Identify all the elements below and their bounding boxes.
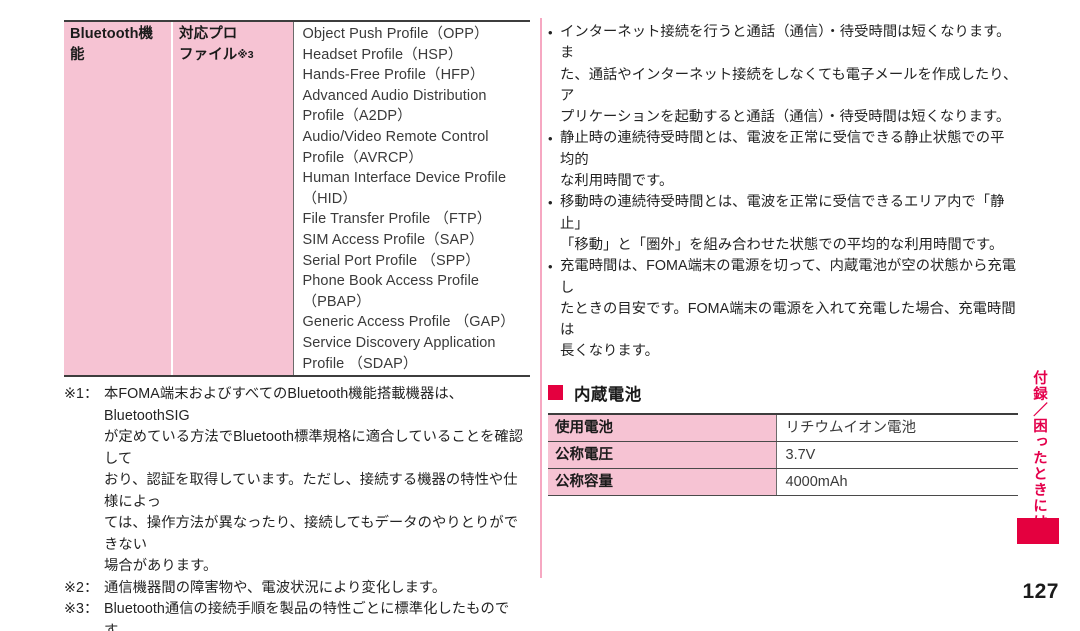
profile-item: Service Discovery Application <box>302 334 496 351</box>
profile-item: Profile （SDAP） <box>302 355 418 372</box>
page-number: 127 <box>1022 580 1059 603</box>
profile-item: Object Push Profile（OPP） <box>302 26 489 42</box>
bullet-line: 静止時の連続待受時間とは、電波を正常に受信できる静止状態での平均的 <box>560 130 1005 168</box>
battery-row-label: 使用電池 <box>548 412 776 442</box>
bullet-dot-icon: • <box>548 259 553 275</box>
side-tab-marker <box>1017 518 1059 544</box>
section-title: 内蔵電池 <box>574 385 642 404</box>
spec-sub-label-line1: 対応プロ <box>179 26 238 42</box>
bullet-dot-icon: • <box>548 195 553 211</box>
footnote-2: ※2： 通信機器間の障害物や、電波状況により変化します。 <box>64 578 530 600</box>
side-tab-label: 付録／困ったときには <box>1031 370 1047 530</box>
bullet-dot-icon: • <box>548 131 553 147</box>
bluetooth-spec-table: Bluetooth機能 対応プロ ファイル※3 Object Push Prof… <box>64 19 530 378</box>
profile-item: Human Interface Device Profile <box>302 170 507 187</box>
right-bullet-4-body: 充電時間は、FOMA端末の電源を切って、内蔵電池が空の状態から充電し たときの目… <box>560 256 1018 362</box>
bullet-line: た、通話やインターネット接続をしなくても電子メールを作成したり、ア <box>560 66 1018 104</box>
profile-item: File Transfer Profile （FTP） <box>302 211 492 228</box>
profile-item: Hands-Free Profile（HFP） <box>302 67 485 84</box>
bullet-line: インターネット接続を行うと通話（通信）・待受時間は短くなります。ま <box>560 24 1011 62</box>
section-heading: 内蔵電池 <box>548 381 1018 405</box>
bullet-line: プリケーションを起動すると通話（通信）・待受時間は短くなります。 <box>560 109 1011 126</box>
spec-sub-label: 対応プロ ファイル※3 <box>171 19 293 378</box>
table-row: 使用電池 リチウムイオン電池 <box>548 412 1018 442</box>
footnote-1-body: 本FOMA端末およびすべてのBluetooth機能搭載機器は、Bluetooth… <box>104 384 530 578</box>
bullet-line: 長くなります。 <box>560 343 659 360</box>
battery-row-value: 3.7V <box>775 441 1018 469</box>
footnotes: ※1： 本FOMA端末およびすべてのBluetooth機能搭載機器は、Bluet… <box>64 384 530 631</box>
profile-item: Advanced Audio Distribution <box>302 87 487 104</box>
right-bullet-2-body: 静止時の連続待受時間とは、電波を正常に受信できる静止状態での平均的 な利用時間で… <box>560 128 1018 192</box>
right-bullet-1: • インターネット接続を行うと通話（通信）・待受時間は短くなります。ま た、通話… <box>548 22 1018 128</box>
profile-item: Serial Port Profile （SPP） <box>302 252 480 269</box>
profile-item: （PBAP） <box>302 293 371 310</box>
footnote-3-body: Bluetooth通信の接続手順を製品の特性ごとに標準化したものです。 <box>104 599 530 631</box>
right-column: • インターネット接続を行うと通話（通信）・待受時間は短くなります。ま た、通話… <box>548 22 1018 496</box>
square-marker-icon <box>548 385 563 401</box>
manual-page: Bluetooth機能 対応プロ ファイル※3 Object Push Prof… <box>0 0 1080 631</box>
footnote-1-mark: ※1： <box>64 386 99 403</box>
bullet-line: 「移動」と「圏外」を組み合わせた状態での平均的な利用時間です。 <box>560 236 1004 253</box>
footnote-line: Bluetooth通信の接続手順を製品の特性ごとに標準化したものです。 <box>104 601 510 631</box>
profile-item: （HID） <box>302 190 357 207</box>
footnote-2-body: 通信機器間の障害物や、電波状況により変化します。 <box>104 578 530 600</box>
footnote-line: が定めている方法でBluetooth標準規格に適合していることを確認して <box>104 429 524 467</box>
table-row: Bluetooth機能 対応プロ ファイル※3 Object Push Prof… <box>64 19 530 378</box>
battery-spec-table: 使用電池 リチウムイオン電池 公称電圧 3.7V 公称容量 4000mAh <box>548 412 1018 496</box>
footnote-line: 場合があります。 <box>104 558 218 575</box>
footnote-3-mark: ※3： <box>64 601 99 618</box>
right-bullet-3-body: 移動時の連続待受時間とは、電波を正常に受信できるエリア内で「静止」 「移動」と「… <box>560 192 1018 256</box>
profile-item: SIM Access Profile（SAP） <box>302 231 484 248</box>
bullet-line: 移動時の連続待受時間とは、電波を正常に受信できるエリア内で「静止」 <box>560 194 1005 232</box>
footnote-1: ※1： 本FOMA端末およびすべてのBluetooth機能搭載機器は、Bluet… <box>64 384 530 578</box>
footnote-line: 通信機器間の障害物や、電波状況により変化します。 <box>104 579 447 596</box>
bullet-line: 充電時間は、FOMA端末の電源を切って、内蔵電池が空の状態から充電し <box>560 258 1017 296</box>
footnote-3: ※3： Bluetooth通信の接続手順を製品の特性ごとに標準化したものです。 <box>64 599 530 631</box>
battery-row-label: 公称容量 <box>548 468 776 496</box>
left-column: Bluetooth機能 対応プロ ファイル※3 Object Push Prof… <box>64 19 530 631</box>
right-bullet-4: • 充電時間は、FOMA端末の電源を切って、内蔵電池が空の状態から充電し たとき… <box>548 256 1018 362</box>
profile-item: Generic Access Profile （GAP） <box>302 314 515 331</box>
bullet-line: な利用時間です。 <box>560 173 674 190</box>
right-bullet-list: • インターネット接続を行うと通話（通信）・待受時間は短くなります。ま た、通話… <box>548 22 1018 363</box>
table-row: 公称容量 4000mAh <box>548 468 1018 496</box>
footnote-line: 本FOMA端末およびすべてのBluetooth機能搭載機器は、Bluetooth… <box>104 386 464 424</box>
bullet-line: たときの目安です。FOMA端末の電源を入れて充電した場合、充電時間は <box>560 300 1016 339</box>
spec-profile-list: Object Push Profile（OPP） Headset Profile… <box>292 19 530 378</box>
column-divider <box>540 18 542 578</box>
spec-row-label: Bluetooth機能 <box>64 19 172 378</box>
spec-sub-label-line2: ファイル <box>179 46 238 63</box>
battery-row-label: 公称電圧 <box>548 441 776 469</box>
battery-row-value: 4000mAh <box>775 468 1018 496</box>
battery-row-value: リチウムイオン電池 <box>775 412 1018 442</box>
profile-item: Phone Book Access Profile <box>302 273 480 290</box>
right-bullet-2: • 静止時の連続待受時間とは、電波を正常に受信できる静止状態での平均的 な利用時… <box>548 128 1018 192</box>
footnote-line: ては、操作方法が異なったり、接続してもデータのやりとりができない <box>104 515 519 553</box>
profile-item: Profile（A2DP） <box>302 108 412 125</box>
bullet-dot-icon: • <box>548 25 553 40</box>
spec-sub-label-note: ※3 <box>237 48 254 61</box>
table-row: 公称電圧 3.7V <box>548 441 1018 469</box>
profile-item: Audio/Video Remote Control <box>302 128 489 145</box>
right-bullet-3: • 移動時の連続待受時間とは、電波を正常に受信できるエリア内で「静止」 「移動」… <box>548 192 1018 256</box>
footnote-line: おり、認証を取得しています。ただし、接続する機器の特性や仕様によっ <box>104 472 518 510</box>
footnote-2-mark: ※2： <box>64 579 99 596</box>
right-bullet-1-body: インターネット接続を行うと通話（通信）・待受時間は短くなります。ま た、通話やイ… <box>560 22 1018 128</box>
profile-item: Profile（AVRCP） <box>302 149 423 166</box>
profile-item: Headset Profile（HSP） <box>302 46 463 63</box>
